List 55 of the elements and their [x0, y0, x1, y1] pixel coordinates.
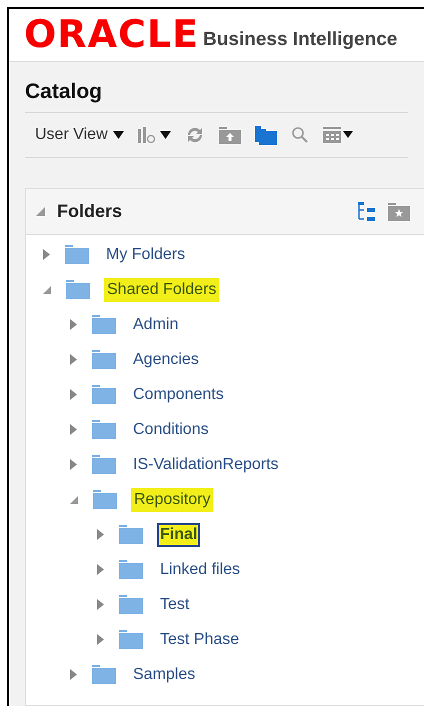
search-icon[interactable] [290, 126, 309, 144]
favorite-folder-icon[interactable] [388, 202, 410, 220]
folder-icon [92, 420, 116, 439]
folder-label[interactable]: Final [157, 522, 200, 546]
folder-label[interactable]: Shared Folders [104, 278, 220, 302]
folder-icon [119, 560, 143, 579]
folder-icon [119, 525, 143, 544]
expand-arrow-icon[interactable] [42, 248, 51, 261]
expand-arrow-icon[interactable] [96, 563, 105, 576]
folder-label[interactable]: My Folders [103, 242, 188, 266]
folder-icon [92, 350, 116, 369]
upload-folder-icon[interactable] [218, 126, 241, 144]
caret-icon [160, 131, 171, 139]
folder-label[interactable]: IS-ValidationReports [130, 452, 282, 476]
expand-arrow-icon[interactable] [69, 668, 78, 681]
folder-icon [92, 315, 116, 334]
view-menu[interactable]: User View [35, 123, 124, 147]
folder-label[interactable]: Linked files [157, 558, 244, 582]
caret-icon [112, 131, 124, 139]
folder-icon [119, 630, 143, 649]
grid-icon[interactable] [322, 127, 353, 143]
expand-arrow-icon[interactable] [96, 528, 105, 541]
collapse-arrow-icon[interactable] [36, 207, 45, 216]
folders-icon[interactable] [254, 126, 277, 144]
folder-icon [92, 385, 116, 404]
folder-icon [66, 280, 90, 299]
expand-arrow-icon[interactable] [69, 423, 78, 436]
columns-icon [138, 126, 155, 144]
folder-icon [119, 595, 143, 614]
expand-arrow-icon[interactable] [69, 388, 78, 401]
folder-label[interactable]: Agencies [130, 348, 202, 372]
expand-arrow-icon[interactable] [96, 598, 105, 611]
folder-icon [92, 455, 116, 474]
folder-label[interactable]: Test [157, 592, 192, 616]
folder-label[interactable]: Components [130, 382, 227, 406]
folder-label[interactable]: Conditions [130, 418, 212, 442]
folder-label[interactable]: Test Phase [157, 628, 242, 652]
page-title: Catalog [25, 79, 104, 105]
expand-arrow-icon[interactable] [96, 633, 105, 646]
folder-icon [93, 490, 117, 509]
columns-menu-button[interactable] [138, 126, 171, 144]
collapse-arrow-icon[interactable] [42, 284, 52, 294]
product-name: Business Intelligence [203, 29, 398, 51]
folder-icon [65, 245, 89, 264]
expand-arrow-icon[interactable] [69, 458, 78, 471]
expand-arrow-icon[interactable] [69, 353, 78, 366]
folder-label[interactable]: Samples [130, 662, 198, 686]
folder-label[interactable]: Admin [130, 312, 182, 336]
panel-title: Folders [57, 200, 124, 223]
tree-icon[interactable] [358, 202, 376, 222]
oracle-logo: ORACLE [24, 17, 200, 51]
expand-arrow-icon[interactable] [69, 318, 78, 331]
folder-label[interactable]: Repository [131, 488, 214, 512]
folder-icon [92, 665, 116, 684]
collapse-arrow-icon[interactable] [69, 494, 79, 504]
